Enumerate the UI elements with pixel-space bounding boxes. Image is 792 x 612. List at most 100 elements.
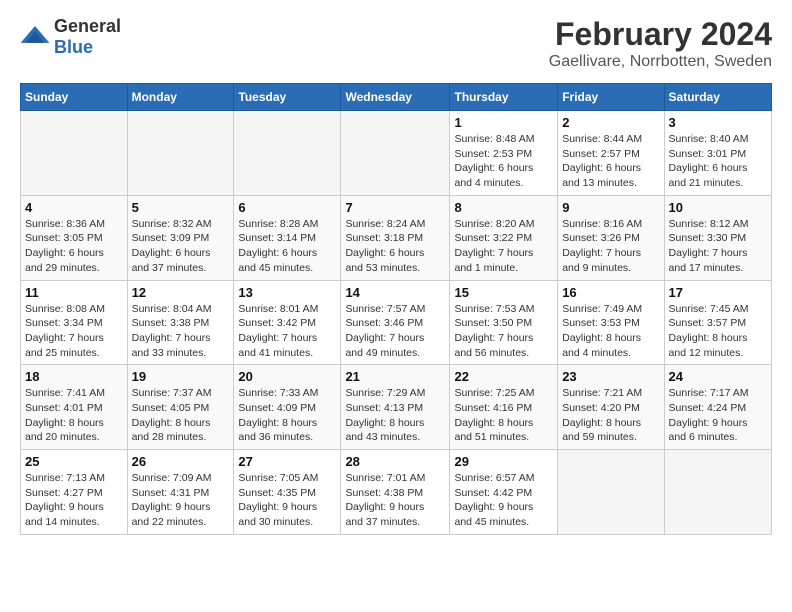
calendar-cell (558, 450, 664, 535)
weekday-header: Tuesday (234, 84, 341, 111)
calendar-cell: 2Sunrise: 8:44 AM Sunset: 2:57 PM Daylig… (558, 111, 664, 196)
day-info: Sunrise: 8:16 AM Sunset: 3:26 PM Dayligh… (562, 217, 659, 276)
day-number: 6 (238, 200, 336, 215)
calendar-cell: 19Sunrise: 7:37 AM Sunset: 4:05 PM Dayli… (127, 365, 234, 450)
calendar-cell: 17 Sunrise: 7:45 AM Sunset: 3:57 PM Dayli… (664, 280, 771, 365)
calendar-cell: 4 Sunrise: 8:36 AM Sunset: 3:05 PM Daylig… (21, 195, 128, 280)
calendar-week-row: 18 Sunrise: 7:41 AM Sunset: 4:01 PM Dayli… (21, 365, 772, 450)
calendar-cell: 11 Sunrise: 8:08 AM Sunset: 3:34 PM Dayli… (21, 280, 128, 365)
calendar-cell (664, 450, 771, 535)
day-info: Sunrise: 8:08 AM Sunset: 3:34 PM Dayligh… (25, 302, 123, 361)
day-info: Sunrise: 7:13 AM Sunset: 4:27 PM Dayligh… (25, 471, 123, 530)
calendar-cell: 7 Sunrise: 8:24 AM Sunset: 3:18 PM Daylig… (341, 195, 450, 280)
day-number: 18 (25, 369, 123, 384)
day-number: 20 (238, 369, 336, 384)
day-info: Sunrise: 8:48 AM Sunset: 2:53 PM Dayligh… (454, 132, 553, 191)
day-number: 4 (25, 200, 123, 215)
calendar-cell: 27Sunrise: 7:05 AM Sunset: 4:35 PM Dayli… (234, 450, 341, 535)
day-number: 22 (454, 369, 553, 384)
day-number: 8 (454, 200, 553, 215)
calendar-cell: 18 Sunrise: 7:41 AM Sunset: 4:01 PM Dayli… (21, 365, 128, 450)
day-info: Sunrise: 6:57 AM Sunset: 4:42 PM Dayligh… (454, 471, 553, 530)
calendar-cell (127, 111, 234, 196)
logo-general: General (54, 16, 121, 36)
day-info: Sunrise: 8:40 AM Sunset: 3:01 PM Dayligh… (669, 132, 767, 191)
day-number: 13 (238, 285, 336, 300)
calendar-cell: 14 Sunrise: 7:57 AM Sunset: 3:46 PM Dayli… (341, 280, 450, 365)
weekday-header: Thursday (450, 84, 558, 111)
day-number: 17 (669, 285, 767, 300)
calendar-cell (21, 111, 128, 196)
day-info: Sunrise: 7:05 AM Sunset: 4:35 PM Dayligh… (238, 471, 336, 530)
day-number: 16 (562, 285, 659, 300)
subtitle: Gaellivare, Norrbotten, Sweden (549, 53, 772, 71)
day-info: Sunrise: 7:25 AM Sunset: 4:16 PM Dayligh… (454, 386, 553, 445)
calendar-week-row: 11 Sunrise: 8:08 AM Sunset: 3:34 PM Dayli… (21, 280, 772, 365)
calendar-cell: 20Sunrise: 7:33 AM Sunset: 4:09 PM Dayli… (234, 365, 341, 450)
day-number: 10 (669, 200, 767, 215)
weekday-header: Sunday (21, 84, 128, 111)
day-number: 12 (132, 285, 230, 300)
day-number: 1 (454, 115, 553, 130)
calendar-header: SundayMondayTuesdayWednesdayThursdayFrid… (21, 84, 772, 111)
calendar-cell: 15 Sunrise: 7:53 AM Sunset: 3:50 PM Dayli… (450, 280, 558, 365)
day-number: 7 (345, 200, 445, 215)
day-info: Sunrise: 8:01 AM Sunset: 3:42 PM Dayligh… (238, 302, 336, 361)
day-number: 3 (669, 115, 767, 130)
logo-blue: Blue (54, 37, 93, 57)
calendar-week-row: 4 Sunrise: 8:36 AM Sunset: 3:05 PM Daylig… (21, 195, 772, 280)
header: General Blue February 2024 Gaellivare, N… (20, 16, 772, 71)
calendar-body: 1 Sunrise: 8:48 AM Sunset: 2:53 PM Daylig… (21, 111, 772, 535)
weekday-header: Monday (127, 84, 234, 111)
day-info: Sunrise: 7:09 AM Sunset: 4:31 PM Dayligh… (132, 471, 230, 530)
day-number: 29 (454, 454, 553, 469)
calendar-week-row: 25Sunrise: 7:13 AM Sunset: 4:27 PM Dayli… (21, 450, 772, 535)
calendar-cell (341, 111, 450, 196)
calendar-cell: 22 Sunrise: 7:25 AM Sunset: 4:16 PM Dayli… (450, 365, 558, 450)
day-number: 26 (132, 454, 230, 469)
day-info: Sunrise: 7:21 AM Sunset: 4:20 PM Dayligh… (562, 386, 659, 445)
day-number: 9 (562, 200, 659, 215)
day-info: Sunrise: 8:20 AM Sunset: 3:22 PM Dayligh… (454, 217, 553, 276)
day-info: Sunrise: 7:45 AM Sunset: 3:57 PM Dayligh… (669, 302, 767, 361)
day-number: 15 (454, 285, 553, 300)
calendar-cell: 10 Sunrise: 8:12 AM Sunset: 3:30 PM Dayli… (664, 195, 771, 280)
day-number: 5 (132, 200, 230, 215)
day-number: 14 (345, 285, 445, 300)
calendar-cell: 23 Sunrise: 7:21 AM Sunset: 4:20 PM Dayli… (558, 365, 664, 450)
title-section: February 2024 Gaellivare, Norrbotten, Sw… (549, 16, 772, 71)
day-number: 21 (345, 369, 445, 384)
day-info: Sunrise: 7:41 AM Sunset: 4:01 PM Dayligh… (25, 386, 123, 445)
logo-icon (20, 26, 50, 48)
day-number: 24 (669, 369, 767, 384)
day-info: Sunrise: 7:53 AM Sunset: 3:50 PM Dayligh… (454, 302, 553, 361)
calendar-cell: 6 Sunrise: 8:28 AM Sunset: 3:14 PM Daylig… (234, 195, 341, 280)
calendar-cell: 25Sunrise: 7:13 AM Sunset: 4:27 PM Dayli… (21, 450, 128, 535)
calendar-cell: 24 Sunrise: 7:17 AM Sunset: 4:24 PM Dayli… (664, 365, 771, 450)
logo: General Blue (20, 16, 121, 58)
calendar-cell: 9 Sunrise: 8:16 AM Sunset: 3:26 PM Daylig… (558, 195, 664, 280)
day-number: 2 (562, 115, 659, 130)
weekday-header: Friday (558, 84, 664, 111)
calendar-cell: 29 Sunrise: 6:57 AM Sunset: 4:42 PM Dayli… (450, 450, 558, 535)
day-info: Sunrise: 7:17 AM Sunset: 4:24 PM Dayligh… (669, 386, 767, 445)
calendar-cell: 5Sunrise: 8:32 AM Sunset: 3:09 PM Daylig… (127, 195, 234, 280)
calendar-cell: 13 Sunrise: 8:01 AM Sunset: 3:42 PM Dayli… (234, 280, 341, 365)
calendar-cell: 26 Sunrise: 7:09 AM Sunset: 4:31 PM Dayli… (127, 450, 234, 535)
day-info: Sunrise: 8:12 AM Sunset: 3:30 PM Dayligh… (669, 217, 767, 276)
day-info: Sunrise: 8:24 AM Sunset: 3:18 PM Dayligh… (345, 217, 445, 276)
calendar-cell: 12Sunrise: 8:04 AM Sunset: 3:38 PM Dayli… (127, 280, 234, 365)
calendar-cell: 21Sunrise: 7:29 AM Sunset: 4:13 PM Dayli… (341, 365, 450, 450)
calendar-week-row: 1 Sunrise: 8:48 AM Sunset: 2:53 PM Daylig… (21, 111, 772, 196)
weekday-header: Saturday (664, 84, 771, 111)
day-number: 23 (562, 369, 659, 384)
day-info: Sunrise: 8:28 AM Sunset: 3:14 PM Dayligh… (238, 217, 336, 276)
day-number: 11 (25, 285, 123, 300)
calendar-cell: 28Sunrise: 7:01 AM Sunset: 4:38 PM Dayli… (341, 450, 450, 535)
main-title: February 2024 (549, 16, 772, 53)
calendar-table: SundayMondayTuesdayWednesdayThursdayFrid… (20, 83, 772, 535)
day-info: Sunrise: 8:36 AM Sunset: 3:05 PM Dayligh… (25, 217, 123, 276)
day-info: Sunrise: 7:57 AM Sunset: 3:46 PM Dayligh… (345, 302, 445, 361)
day-number: 19 (132, 369, 230, 384)
calendar-cell: 8 Sunrise: 8:20 AM Sunset: 3:22 PM Daylig… (450, 195, 558, 280)
